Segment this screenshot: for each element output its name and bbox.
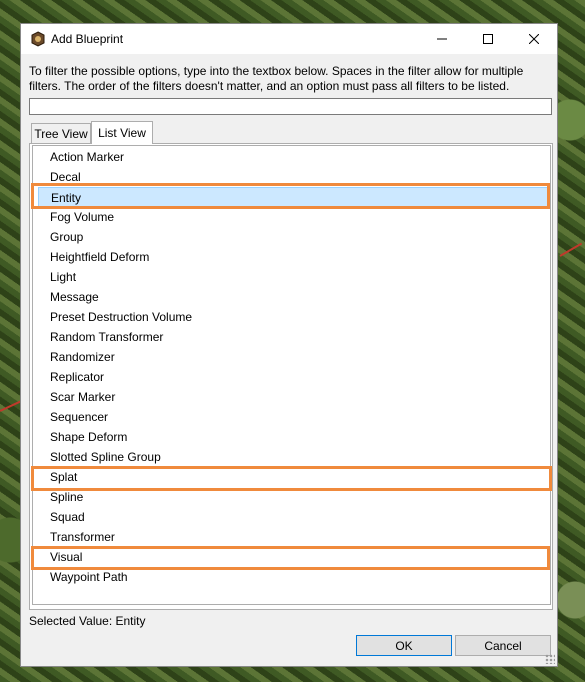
filter-instructions: To filter the possible options, type int… bbox=[29, 64, 524, 93]
list-item[interactable]: Waypoint Path bbox=[38, 567, 550, 587]
tab-list-view[interactable]: List View bbox=[91, 121, 153, 144]
resize-grip[interactable] bbox=[545, 654, 555, 664]
cancel-button[interactable]: Cancel bbox=[455, 635, 551, 656]
list-item[interactable]: Transformer bbox=[38, 527, 550, 547]
list-item[interactable]: Shape Deform bbox=[38, 427, 550, 447]
filter-input[interactable] bbox=[29, 98, 552, 115]
list-item-selected[interactable]: Entity bbox=[38, 187, 550, 207]
list-item[interactable]: Preset Destruction Volume bbox=[38, 307, 550, 327]
list-item[interactable]: Spline bbox=[38, 487, 550, 507]
minimize-icon bbox=[437, 38, 447, 40]
maximize-icon bbox=[483, 34, 493, 44]
list-item[interactable]: Action Marker bbox=[38, 147, 550, 167]
close-button[interactable] bbox=[511, 24, 557, 54]
close-icon bbox=[529, 34, 539, 44]
add-blueprint-dialog: Add Blueprint To filter the possible opt… bbox=[20, 23, 558, 667]
list-item[interactable]: Squad bbox=[38, 507, 550, 527]
list-item[interactable]: Random Transformer bbox=[38, 327, 550, 347]
list-item[interactable]: Randomizer bbox=[38, 347, 550, 367]
list-item[interactable]: Light bbox=[38, 267, 550, 287]
list-item[interactable]: Heightfield Deform bbox=[38, 247, 550, 267]
list-item[interactable]: Sequencer bbox=[38, 407, 550, 427]
window-title: Add Blueprint bbox=[51, 32, 124, 46]
list-item[interactable]: Group bbox=[38, 227, 550, 247]
selected-value-label: Selected Value: Entity bbox=[29, 614, 146, 628]
list-item[interactable]: Message bbox=[38, 287, 550, 307]
list-item[interactable]: Scar Marker bbox=[38, 387, 550, 407]
tab-tree-view[interactable]: Tree View bbox=[31, 123, 91, 143]
list-item[interactable]: Decal bbox=[38, 167, 550, 187]
blueprint-list[interactable]: Action Marker Decal Entity Fog Volume Gr… bbox=[32, 145, 551, 605]
minimize-button[interactable] bbox=[419, 24, 465, 54]
list-item[interactable]: Visual bbox=[38, 547, 550, 567]
list-item[interactable]: Fog Volume bbox=[38, 207, 550, 227]
maximize-button[interactable] bbox=[465, 24, 511, 54]
ok-button[interactable]: OK bbox=[356, 635, 452, 656]
list-item[interactable]: Splat bbox=[38, 467, 550, 487]
app-icon bbox=[31, 31, 45, 47]
title-bar[interactable]: Add Blueprint bbox=[21, 24, 557, 54]
list-item[interactable]: Slotted Spline Group bbox=[38, 447, 550, 467]
list-item[interactable]: Replicator bbox=[38, 367, 550, 387]
